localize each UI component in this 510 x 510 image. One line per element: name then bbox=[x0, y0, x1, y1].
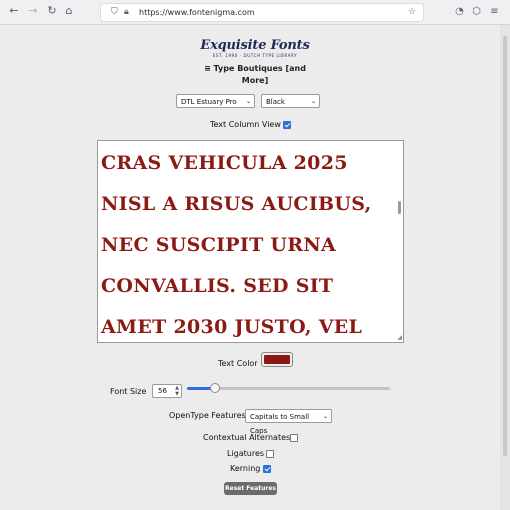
text-column-view-checkbox[interactable] bbox=[283, 121, 291, 129]
extensions-icon[interactable]: ⬡ bbox=[470, 5, 483, 18]
browser-toolbar: ← → ↻ ⌂ ⛉ 🔒︎ https://www.fontenigma.com … bbox=[0, 0, 510, 25]
textarea-scrollbar[interactable] bbox=[398, 201, 401, 214]
logo-subtitle: EST. 1990 · DUTCH TYPE LIBRARY bbox=[212, 53, 298, 58]
opentype-features-label: OpenType Features bbox=[169, 411, 246, 420]
chevron-down-icon: ⌄ bbox=[245, 98, 251, 105]
stepper-arrows-icon[interactable]: ▲ ▼ bbox=[175, 385, 179, 397]
font-size-label: Font Size bbox=[110, 387, 147, 396]
site-logo[interactable]: Exquisite Fonts EST. 1990 · DUTCH TYPE L… bbox=[180, 39, 330, 61]
star-icon[interactable]: ☆ bbox=[408, 5, 416, 19]
arrow-left-icon[interactable]: ← bbox=[7, 4, 21, 18]
contextual-alternates-label: Contextual Alternates bbox=[203, 433, 291, 442]
page-content: Exquisite Fonts EST. 1990 · DUTCH TYPE L… bbox=[0, 25, 500, 510]
font-weight-value: Black bbox=[266, 98, 285, 106]
type-boutiques-menu[interactable]: ≡ Type Boutiques [and More] bbox=[190, 63, 320, 87]
contextual-alternates-checkbox[interactable] bbox=[290, 434, 298, 442]
opentype-features-select[interactable]: Capitals to Small Caps ⌄ bbox=[245, 409, 332, 435]
chevron-down-icon: ⌄ bbox=[310, 98, 316, 105]
text-column-view-label: Text Column View bbox=[210, 120, 281, 129]
chevron-down-icon: ⌄ bbox=[322, 413, 328, 420]
ligatures-checkbox[interactable] bbox=[266, 450, 274, 458]
url-text[interactable]: https://www.fontenigma.com bbox=[139, 5, 255, 20]
font-family-select[interactable]: DTL Estuary Pro ⌄ bbox=[176, 94, 255, 108]
page-scrollbar-thumb[interactable] bbox=[503, 36, 507, 456]
text-color-swatch bbox=[264, 355, 290, 364]
kerning-label: Kerning bbox=[230, 464, 261, 473]
lock-icon[interactable]: 🔒︎ bbox=[124, 5, 129, 19]
text-color-label: Text Color bbox=[218, 359, 258, 368]
pocket-icon[interactable]: ◔ bbox=[453, 5, 466, 18]
address-bar[interactable]: ⛉ 🔒︎ https://www.fontenigma.com ☆ bbox=[100, 3, 424, 22]
hamburger-menu-icon[interactable]: ≡ bbox=[488, 5, 501, 18]
sample-text-area[interactable]: CRAS VEHICULA 2025 NISL A RISUS AUCIBUS,… bbox=[97, 140, 404, 343]
shield-icon[interactable]: ⛉ bbox=[111, 5, 118, 19]
reset-features-button[interactable]: Reset Features bbox=[224, 482, 277, 495]
font-family-value: DTL Estuary Pro bbox=[181, 98, 237, 106]
reload-icon[interactable]: ↻ bbox=[45, 4, 59, 18]
resize-grip-icon[interactable]: ◢ bbox=[397, 335, 402, 341]
font-size-value: 56 bbox=[158, 387, 167, 395]
kerning-checkbox[interactable] bbox=[263, 465, 271, 473]
arrow-right-icon[interactable]: → bbox=[26, 4, 40, 18]
font-size-stepper[interactable]: 56 ▲ ▼ bbox=[152, 384, 182, 398]
logo-title: Exquisite Fonts bbox=[200, 38, 310, 53]
ligatures-label: Ligatures bbox=[227, 449, 265, 458]
font-weight-select[interactable]: Black ⌄ bbox=[261, 94, 320, 108]
sample-text[interactable]: CRAS VEHICULA 2025 NISL A RISUS AUCIBUS,… bbox=[101, 143, 391, 342]
home-icon[interactable]: ⌂ bbox=[62, 4, 76, 18]
font-size-slider-thumb[interactable] bbox=[210, 383, 221, 393]
text-color-picker[interactable] bbox=[261, 352, 293, 367]
